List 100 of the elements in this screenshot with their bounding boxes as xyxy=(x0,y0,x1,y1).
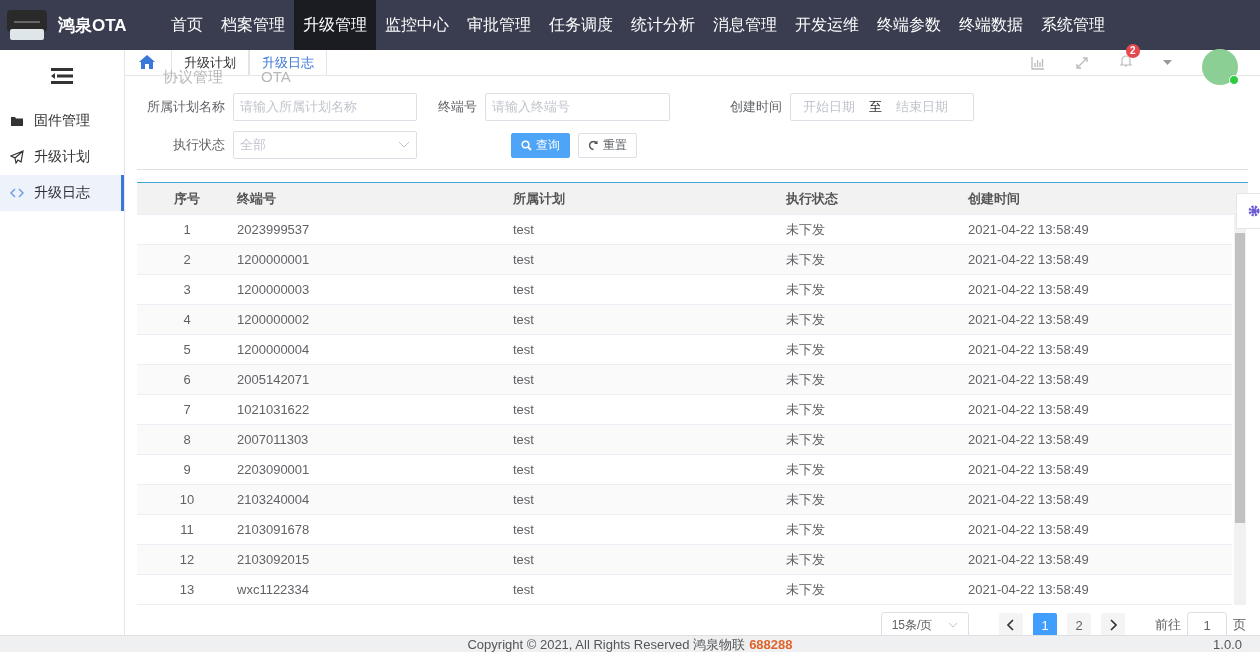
nav-tab[interactable]: 消息管理 xyxy=(704,0,786,50)
nav-tab[interactable]: 统计分析 xyxy=(622,0,704,50)
nav-tab[interactable]: 系统管理 xyxy=(1032,0,1114,50)
table-cell-text: test xyxy=(513,522,535,537)
folder-icon xyxy=(10,114,24,128)
table-cell-text: 1021031622 xyxy=(237,402,311,417)
chevron-down-icon xyxy=(948,622,959,628)
field-label: 执行状态 xyxy=(172,136,226,154)
table-cell-text: 2021-04-22 13:58:49 xyxy=(968,282,1090,297)
table-cell-text: test xyxy=(513,282,535,297)
table-cell-text: 2021-04-22 13:58:49 xyxy=(968,522,1090,537)
nav-tab[interactable]: 升级管理 xyxy=(294,0,376,50)
field-label: 创建时间 xyxy=(729,98,783,116)
table-cell-text: 未下发 xyxy=(786,400,826,419)
nav-tab[interactable]: 审批管理 xyxy=(458,0,540,50)
column-header: 终端号 xyxy=(237,189,277,208)
table-cell-text: test xyxy=(513,252,535,267)
sidebar-item[interactable]: 固件管理 xyxy=(0,103,124,139)
chevron-down-icon xyxy=(398,141,410,149)
table-cell-text: 2021-04-22 13:58:49 xyxy=(968,552,1090,567)
table-cell-text: 2021-04-22 13:58:49 xyxy=(968,222,1090,237)
avatar[interactable] xyxy=(1202,48,1238,85)
column-header: 创建时间 xyxy=(968,189,1021,208)
table-cell-text: test xyxy=(513,222,535,237)
table-cell-text: 6 xyxy=(182,372,192,387)
table-cell-text: 未下发 xyxy=(786,220,826,239)
table-cell-text: 未下发 xyxy=(786,340,826,359)
table-cell-text: 未下发 xyxy=(786,280,826,299)
menu-icon[interactable] xyxy=(51,67,73,85)
next-page-button[interactable] xyxy=(1101,613,1125,637)
table-cell-text: 2021-04-22 13:58:49 xyxy=(968,402,1090,417)
field-label: 所属计划名称 xyxy=(146,98,226,116)
page-suffix: 页 xyxy=(1233,616,1246,634)
nav-tab[interactable]: 终端数据 xyxy=(950,0,1032,50)
field-label: 终端号 xyxy=(437,98,478,116)
version-text: 1.0.0 xyxy=(1213,637,1242,652)
table-cell-text: 2023999537 xyxy=(237,222,311,237)
table-cell-text: 2005142071 xyxy=(237,372,311,387)
table-cell-text: 2021-04-22 13:58:49 xyxy=(968,312,1090,327)
reset-button[interactable]: 重置 xyxy=(578,132,637,158)
caret-icon[interactable] xyxy=(1163,60,1172,65)
copyright-text: Copyright © 2021, All Rights Reserved 鸿泉物联 688288 xyxy=(467,635,793,652)
previous-page-button[interactable] xyxy=(999,613,1023,637)
table-cell-text: 2021-04-22 13:58:49 xyxy=(968,342,1090,357)
table-cell-text: 未下发 xyxy=(786,520,826,539)
nav-tab[interactable]: 任务调度 xyxy=(540,0,622,50)
table-cell-text: 12 xyxy=(178,552,196,567)
nav-tab[interactable]: 监控中心 xyxy=(376,0,458,50)
table-cell-text: 1200000001 xyxy=(237,252,311,267)
table-cell-text: 1200000003 xyxy=(237,282,311,297)
scrollbar[interactable] xyxy=(1234,215,1246,605)
chevron-right-icon xyxy=(1109,619,1117,631)
code-icon xyxy=(10,186,24,200)
table-cell-text: 7 xyxy=(182,402,192,417)
date-range-field[interactable]: 开始日期 至 结束日期 xyxy=(790,93,974,121)
home-icon[interactable] xyxy=(139,54,155,70)
page-button[interactable]: 2 xyxy=(1067,613,1091,637)
sidebar-item[interactable]: 升级计划 xyxy=(0,139,124,175)
table-cell-text: 11 xyxy=(179,522,195,537)
table-cell-text: 未下发 xyxy=(786,550,826,569)
table-cell-text: 未下发 xyxy=(786,490,826,509)
table-cell-text: 未下发 xyxy=(786,580,826,599)
table-cell-text: test xyxy=(513,462,535,477)
column-header: 执行状态 xyxy=(786,189,839,208)
table-cell-text: 10 xyxy=(178,492,196,507)
table-cell-text: 13 xyxy=(178,582,196,597)
logo-icon xyxy=(4,7,50,43)
table-cell-text: 2021-04-22 13:58:49 xyxy=(968,582,1090,597)
table-cell-text: 2203090001 xyxy=(237,462,311,477)
table-cell-text: 8 xyxy=(182,432,192,447)
table-cell-text: 2021-04-22 13:58:49 xyxy=(968,432,1090,447)
column-header: 序号 xyxy=(173,189,201,208)
table-cell-text: 2 xyxy=(182,252,192,267)
table-cell-text: 未下发 xyxy=(786,250,826,269)
sidebar-item[interactable]: 升级日志 xyxy=(0,175,124,211)
table-cell-text: test xyxy=(513,402,535,417)
table-cell-text: 9 xyxy=(182,462,192,477)
table-cell-text: 2021-04-22 13:58:49 xyxy=(968,252,1090,267)
table-cell-text: 2021-04-22 13:58:49 xyxy=(968,372,1090,387)
table-cell-text: test xyxy=(513,432,535,447)
nav-tab[interactable]: 终端参数 xyxy=(868,0,950,50)
chevron-left-icon xyxy=(1007,619,1015,631)
table-cell-text: 2103240004 xyxy=(237,492,311,507)
table-cell-text: 未下发 xyxy=(786,430,826,449)
table-cell-text: 2021-04-22 13:58:49 xyxy=(968,492,1090,507)
table-cell-text: 2021-04-22 13:58:49 xyxy=(968,462,1090,477)
table-cell-text: wxc1122334 xyxy=(237,582,311,597)
table-cell-text: test xyxy=(513,342,535,357)
table-cell-text: 未下发 xyxy=(786,370,826,389)
goto-label: 前往 xyxy=(1155,616,1181,634)
gear-icon xyxy=(1248,205,1260,217)
table-cell-text: test xyxy=(513,492,535,507)
nav-tab[interactable]: 首页 xyxy=(162,0,212,50)
table-cell-text: 1 xyxy=(182,222,192,237)
nav-tab[interactable]: 档案管理 xyxy=(212,0,294,50)
table-cell-text: 1200000002 xyxy=(237,312,311,327)
table-cell-text: 2007011303 xyxy=(237,432,310,447)
nav-tab[interactable]: 开发运维 xyxy=(786,0,868,50)
table-cell-text: 未下发 xyxy=(786,460,826,479)
bell-icon[interactable] xyxy=(1119,54,1133,68)
